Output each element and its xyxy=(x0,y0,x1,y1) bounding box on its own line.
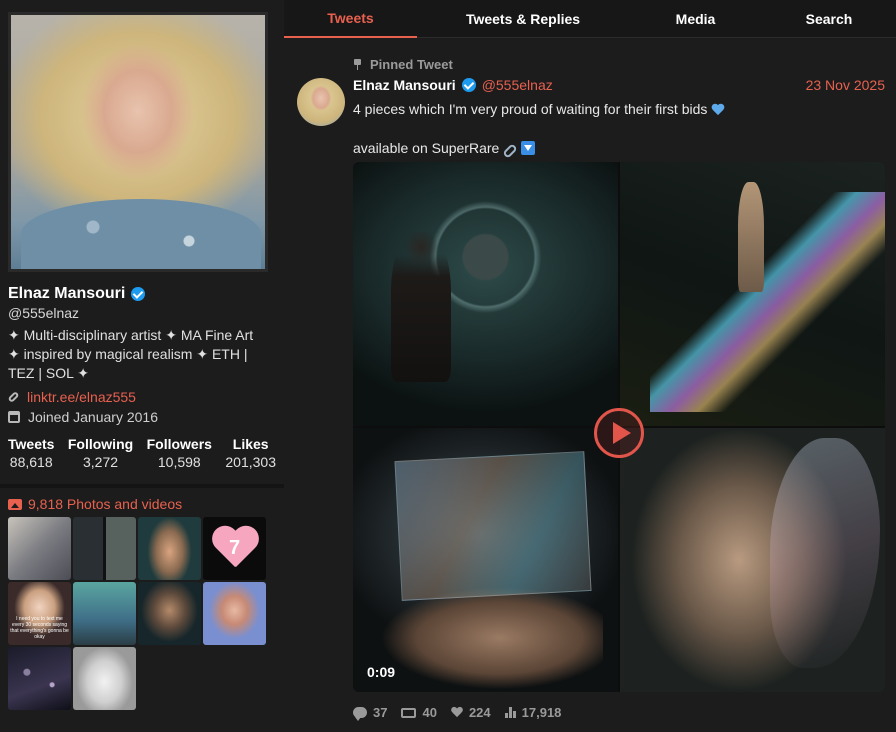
tweet-text-line1: 4 pieces which I'm very proud of waiting… xyxy=(353,101,708,117)
tweet-author-row: Elnaz Mansouri @555elnaz 23 Nov 2025 xyxy=(353,77,885,93)
video-frame-glass xyxy=(353,428,618,692)
media-thumbnail[interactable]: I need you to text me every 30 seconds s… xyxy=(8,582,71,645)
verified-badge-icon xyxy=(461,78,476,92)
retweet-button[interactable]: 40 xyxy=(401,705,437,720)
stat-followers[interactable]: Followers 10,598 xyxy=(147,436,212,470)
media-thumbnail[interactable] xyxy=(8,647,71,710)
stat-label: Following xyxy=(67,436,134,452)
tab-media[interactable]: Media xyxy=(629,0,762,38)
down-arrow-icon xyxy=(521,141,536,155)
stat-value: 3,272 xyxy=(83,454,119,470)
tweet-date[interactable]: 23 Nov 2025 xyxy=(806,77,885,93)
play-button[interactable] xyxy=(594,408,644,458)
tweet-text-line: available on SuperRare xyxy=(353,139,883,159)
profile-link[interactable]: linktr.ee/elnaz555 xyxy=(27,389,136,405)
pin-icon xyxy=(353,59,362,70)
tweet-text-line: 4 pieces which I'm very proud of waiting… xyxy=(353,100,883,119)
tab-search[interactable]: Search xyxy=(762,0,896,38)
profile-sidebar: Elnaz Mansouri @555elnaz ✦ Multi-discipl… xyxy=(0,0,284,732)
retweet-icon xyxy=(401,707,417,718)
verified-badge-icon xyxy=(131,287,146,301)
views-button[interactable]: 17,918 xyxy=(504,705,562,720)
media-thumbnail[interactable] xyxy=(203,582,266,645)
media-thumbnails: 7 I need you to text me every 30 seconds… xyxy=(8,517,270,710)
meme-caption: I need you to text me every 30 seconds s… xyxy=(10,616,69,640)
link-icon xyxy=(502,143,518,159)
media-thumbnail[interactable]: 7 xyxy=(203,517,266,580)
stat-label: Followers xyxy=(146,436,212,452)
media-panel-title[interactable]: 9,818 Photos and videos xyxy=(8,496,182,512)
media-count: 9,818 Photos and videos xyxy=(28,496,183,512)
tweet-author-name[interactable]: Elnaz Mansouri xyxy=(353,77,456,93)
stat-value: 10,598 xyxy=(157,454,201,470)
like-button[interactable]: 224 xyxy=(451,705,491,720)
stat-value: 88,618 xyxy=(9,454,53,470)
heart-number: 7 xyxy=(228,537,241,559)
profile-handle: @555elnaz xyxy=(8,305,80,321)
tweet-text-line2: available on SuperRare xyxy=(353,140,500,156)
bio-line: ✦ Multi-disciplinary artist ✦ MA Fine Ar… xyxy=(8,327,254,343)
photo-icon xyxy=(8,498,22,510)
bio-line: TEZ | SOL ✦ xyxy=(8,365,89,381)
media-thumbnail[interactable] xyxy=(73,517,136,580)
media-thumbnail[interactable] xyxy=(8,517,71,580)
stat-tweets[interactable]: Tweets 88,618 xyxy=(8,436,54,470)
reply-count: 37 xyxy=(373,705,388,720)
media-panel: 9,818 Photos and videos 7 I need you to … xyxy=(0,488,284,732)
view-count: 17,918 xyxy=(521,705,562,720)
video-frame-fairy xyxy=(620,428,885,692)
tweet-video[interactable]: 0:09 xyxy=(353,162,885,692)
pinned-text: Pinned Tweet xyxy=(370,57,453,72)
media-thumbnail[interactable] xyxy=(138,582,201,645)
heart-icon xyxy=(451,707,463,718)
calendar-icon xyxy=(8,411,20,423)
link-icon xyxy=(7,390,20,404)
reply-button[interactable]: 37 xyxy=(353,705,388,721)
tab-tweets-replies[interactable]: Tweets & Replies xyxy=(417,0,629,38)
bio-line: ✦ inspired by magical realism ✦ ETH | xyxy=(8,346,248,362)
profile-bio: ✦ Multi-disciplinary artist ✦ MA Fine Ar… xyxy=(8,326,278,383)
pinned-label: Pinned Tweet xyxy=(353,57,453,72)
video-frame-staircase xyxy=(620,162,885,426)
stat-likes[interactable]: Likes 201,303 xyxy=(225,436,276,470)
retweet-count: 40 xyxy=(422,705,437,720)
tab-tweets[interactable]: Tweets xyxy=(284,0,417,38)
tweet-author-avatar[interactable] xyxy=(297,78,345,126)
tweet-author-handle[interactable]: @555elnaz xyxy=(482,77,553,93)
timeline-tabs: Tweets Tweets & Replies Media Search xyxy=(284,0,896,38)
media-thumbnail[interactable] xyxy=(73,582,136,645)
joined-date: Joined January 2016 xyxy=(28,409,158,425)
video-frame-bubble xyxy=(353,162,618,426)
tweet-actions: 37 40 224 17,918 xyxy=(353,705,562,721)
stat-following[interactable]: Following 3,272 xyxy=(68,436,133,470)
main-timeline: Tweets Tweets & Replies Media Search Pin… xyxy=(284,0,896,732)
reply-icon xyxy=(353,707,367,721)
stat-label: Likes xyxy=(232,436,269,452)
profile-name: Elnaz Mansouri xyxy=(8,285,126,302)
profile-link-row: linktr.ee/elnaz555 xyxy=(7,389,136,405)
profile-name-row: Elnaz Mansouri xyxy=(8,285,146,303)
bar-chart-icon xyxy=(504,707,516,718)
profile-stats: Tweets 88,618 Following 3,272 Followers … xyxy=(8,436,276,470)
like-count: 224 xyxy=(468,705,491,720)
profile-card: Elnaz Mansouri @555elnaz ✦ Multi-discipl… xyxy=(0,0,284,484)
media-thumbnail[interactable] xyxy=(138,517,201,580)
video-duration: 0:09 xyxy=(367,664,396,680)
stat-value: 201,303 xyxy=(225,454,276,470)
stat-label: Tweets xyxy=(8,436,55,452)
profile-avatar[interactable] xyxy=(8,12,268,272)
profile-joined-row: Joined January 2016 xyxy=(8,409,158,425)
media-thumbnail[interactable] xyxy=(73,647,136,710)
play-icon xyxy=(612,422,631,444)
blue-heart-icon xyxy=(711,104,725,116)
